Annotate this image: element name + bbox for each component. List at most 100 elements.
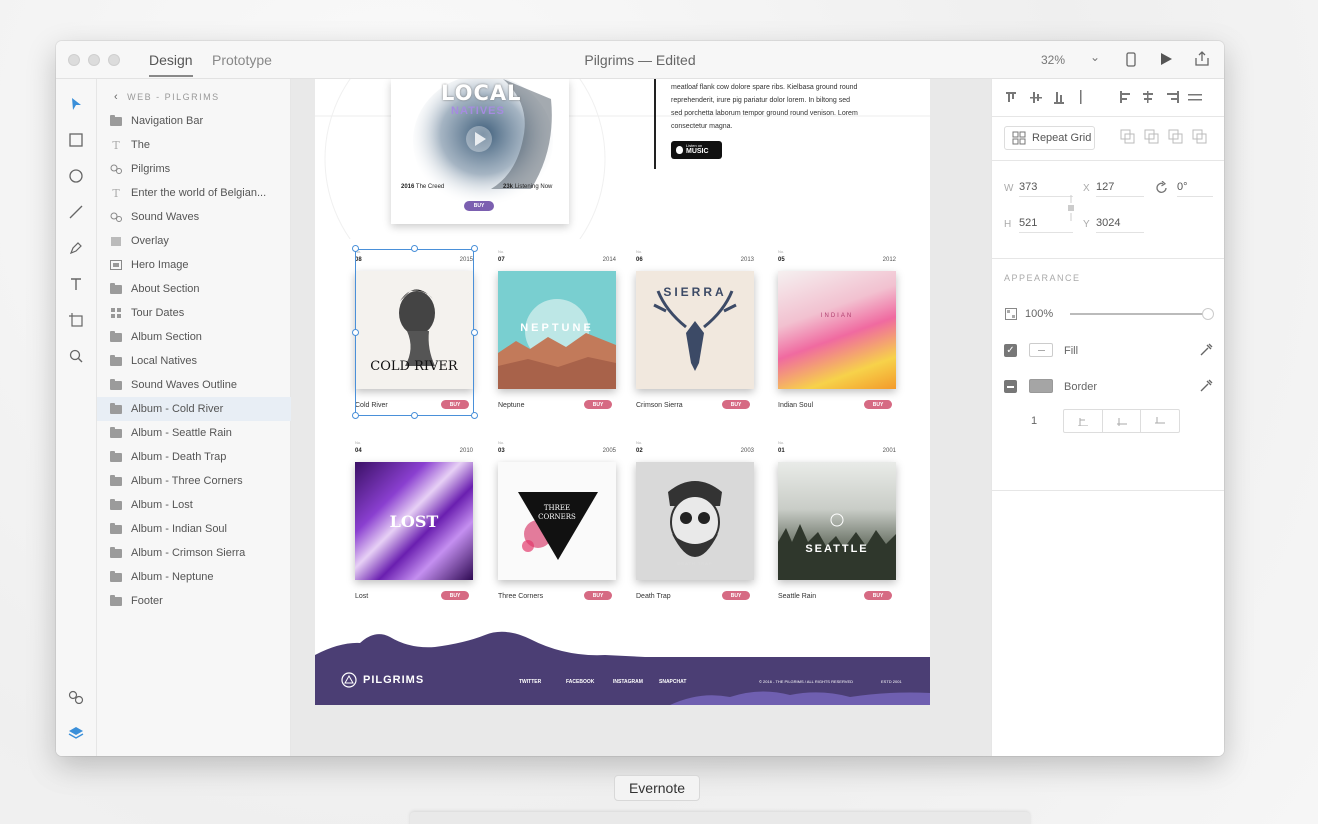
album-cover[interactable]: SEATTLE: [778, 462, 896, 580]
resize-handle[interactable]: [352, 329, 359, 336]
album-buy-button[interactable]: BUY: [722, 400, 750, 409]
footer-link-instagram[interactable]: INSTAGRAM: [613, 679, 643, 685]
layer-item[interactable]: About Section: [97, 277, 291, 301]
album-name: Indian Soul: [778, 402, 814, 409]
hero-buy-button[interactable]: BUY: [464, 201, 494, 211]
border-width-value[interactable]: 1: [1031, 415, 1037, 427]
chevron-down-icon[interactable]: ⌄: [1090, 50, 1100, 64]
layer-item[interactable]: Footer: [97, 589, 291, 613]
y-field[interactable]: 3024: [1096, 217, 1144, 233]
text-tool-icon[interactable]: [66, 274, 86, 294]
resize-handle[interactable]: [352, 412, 359, 419]
hero-listens-caption: Listening Now: [514, 184, 553, 190]
border-center-icon[interactable]: [1103, 410, 1142, 432]
album-buy-button[interactable]: BUY: [722, 591, 750, 600]
album-cover[interactable]: NEPTUNE: [498, 271, 616, 389]
layer-item[interactable]: Album - Seattle Rain: [97, 421, 291, 445]
breadcrumb[interactable]: ‹ WEB - PILGRIMS: [114, 91, 220, 103]
layers-icon[interactable]: [66, 723, 86, 743]
border-outer-icon[interactable]: [1141, 410, 1179, 432]
album-year: 2010: [459, 448, 473, 454]
layer-item[interactable]: Tour Dates: [97, 301, 291, 325]
resize-handle[interactable]: [471, 245, 478, 252]
play-icon[interactable]: [1157, 50, 1175, 68]
opacity-value[interactable]: 100%: [1025, 308, 1053, 320]
document-name: Pilgrims: [584, 52, 635, 68]
footer-link-twitter[interactable]: TWITTER: [519, 679, 541, 685]
layer-item[interactable]: Album - Cold River: [97, 397, 291, 421]
border-checkbox[interactable]: [1004, 380, 1017, 393]
artboard-tool-icon[interactable]: [66, 310, 86, 330]
album-buy-button[interactable]: BUY: [584, 591, 612, 600]
border-position-control[interactable]: [1063, 409, 1180, 433]
album-buy-button[interactable]: BUY: [864, 591, 892, 600]
layer-item[interactable]: Album - Death Trap: [97, 445, 291, 469]
eyedropper-icon[interactable]: [1199, 379, 1213, 393]
layer-item[interactable]: Local Natives: [97, 349, 291, 373]
layer-item[interactable]: Overlay: [97, 229, 291, 253]
layer-item[interactable]: Album Section: [97, 325, 291, 349]
layer-item[interactable]: Album - Indian Soul: [97, 517, 291, 541]
width-field[interactable]: 373: [1019, 181, 1073, 197]
about-text-line: sed porchetta laborum tempor ground roun…: [671, 110, 858, 117]
layer-item[interactable]: Navigation Bar: [97, 109, 291, 133]
resize-handle[interactable]: [471, 412, 478, 419]
resize-handle[interactable]: [411, 412, 418, 419]
canvas[interactable]: LOCAL NATIVES 2016 The Creed 23k Listeni…: [291, 79, 991, 756]
album-cover[interactable]: INDIAN: [778, 271, 896, 389]
album-buy-button[interactable]: BUY: [864, 400, 892, 409]
album-cover[interactable]: THREE CORNERS: [498, 462, 616, 580]
rectangle-tool-icon[interactable]: [66, 130, 86, 150]
album-cover[interactable]: LOST: [355, 462, 473, 580]
fill-swatch[interactable]: [1029, 343, 1053, 357]
layer-item[interactable]: Album - Neptune: [97, 565, 291, 589]
boolean-ops-icons[interactable]: [1120, 129, 1210, 149]
resize-handle[interactable]: [411, 245, 418, 252]
album-buy-button[interactable]: BUY: [584, 400, 612, 409]
layer-item[interactable]: T Enter the world of Belgian...: [97, 181, 291, 205]
zoom-tool-icon[interactable]: [66, 346, 86, 366]
pen-tool-icon[interactable]: [66, 238, 86, 258]
album-buy-button[interactable]: BUY: [441, 591, 469, 600]
about-text-line: consectetur magna.: [671, 123, 733, 130]
layer-item[interactable]: Album - Lost: [97, 493, 291, 517]
eyedropper-icon[interactable]: [1199, 343, 1213, 357]
artboard-web-pilgrims[interactable]: LOCAL NATIVES 2016 The Creed 23k Listeni…: [315, 79, 930, 705]
select-tool-icon[interactable]: [66, 94, 86, 114]
footer-link-snapchat[interactable]: SNAPCHAT: [659, 679, 686, 685]
chevron-left-icon[interactable]: ‹: [114, 91, 119, 103]
hero-card[interactable]: LOCAL NATIVES 2016 The Creed 23k Listeni…: [391, 79, 569, 224]
opacity-slider[interactable]: [1070, 308, 1214, 320]
album-cover[interactable]: SIERRA: [636, 271, 754, 389]
line-tool-icon[interactable]: [66, 202, 86, 222]
fill-checkbox[interactable]: ✓: [1004, 344, 1017, 357]
border-label: Border: [1064, 381, 1098, 393]
x-field[interactable]: 127: [1096, 181, 1144, 197]
layer-item[interactable]: Pilgrims: [97, 157, 291, 181]
repeat-grid-icon: [1012, 131, 1026, 145]
layer-item-label: Album Section: [131, 331, 202, 343]
rotation-field[interactable]: 0°: [1177, 181, 1213, 197]
resize-handle[interactable]: [471, 329, 478, 336]
repeat-grid-button[interactable]: Repeat Grid: [1004, 126, 1095, 150]
device-preview-icon[interactable]: [1122, 50, 1140, 68]
border-swatch[interactable]: [1029, 379, 1053, 393]
layer-item-label: Album - Lost: [131, 499, 193, 511]
layer-item[interactable]: Album - Three Corners: [97, 469, 291, 493]
layer-item[interactable]: Album - Crimson Sierra: [97, 541, 291, 565]
layer-item[interactable]: T The: [97, 133, 291, 157]
layer-item[interactable]: Sound Waves: [97, 205, 291, 229]
opacity-slider-thumb[interactable]: [1202, 308, 1214, 320]
resize-handle[interactable]: [352, 245, 359, 252]
layer-item[interactable]: Sound Waves Outline: [97, 373, 291, 397]
album-cover[interactable]: DEATH TRAP: [636, 462, 754, 580]
apple-music-badge[interactable]: Listen on MUSIC: [671, 141, 722, 159]
height-field[interactable]: 521: [1019, 217, 1073, 233]
share-icon[interactable]: [1193, 50, 1211, 68]
border-inner-icon[interactable]: [1064, 410, 1103, 432]
footer-link-facebook[interactable]: FACEBOOK: [566, 679, 594, 685]
zoom-level[interactable]: 32%: [1041, 53, 1065, 67]
symbols-icon[interactable]: [66, 687, 86, 707]
ellipse-tool-icon[interactable]: [66, 166, 86, 186]
layer-item[interactable]: Hero Image: [97, 253, 291, 277]
